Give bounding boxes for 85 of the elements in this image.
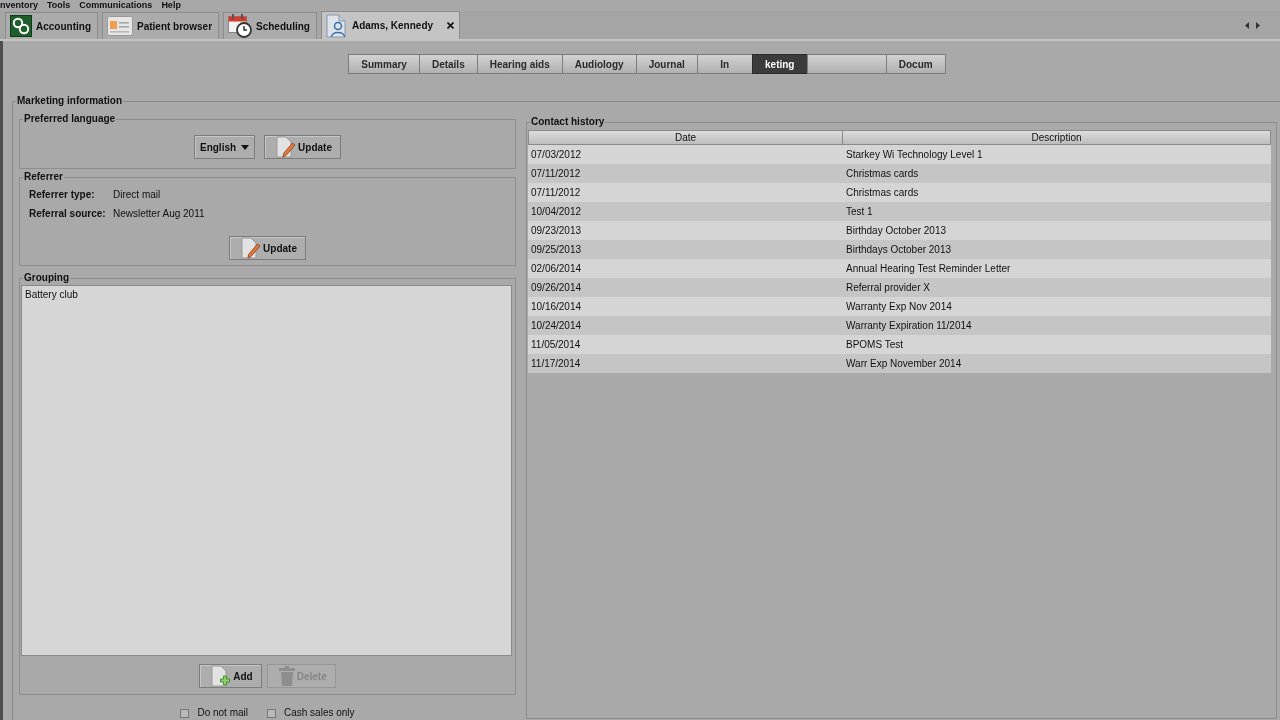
field-label: Referral source: [29,208,107,220]
field-value: Direct mail [113,189,161,201]
table-row[interactable]: 07/11/2012 Christmas cards [528,164,1271,183]
group-title: Contact history [530,116,606,128]
table-cell-text: Test 1 [845,205,874,218]
app-logo-icon [10,15,32,37]
menu-item[interactable]: Communications [74,0,157,11]
field-value: Newsletter Aug 2011 [113,208,205,220]
column-header[interactable]: Date [528,130,843,145]
table-cell-text: 07/03/2012 [530,148,583,161]
checkbox-label: Cash sales only [284,707,355,719]
table-row[interactable]: 10/04/2012 Test 1 [528,202,1271,221]
trash-icon [278,666,295,686]
section-tab[interactable]: Summary [348,54,420,74]
table-row[interactable]: 10/16/2014 Warranty Exp Nov 2014 [528,297,1271,316]
section-tab[interactable]: Details [418,54,478,74]
module-tab[interactable]: Adams, Kennedy [320,11,461,39]
table-row[interactable]: 11/17/2014 Warr Exp November 2014 [528,354,1271,373]
table-cell-text: 10/04/2012 [530,205,583,218]
table-row[interactable]: 11/05/2014 BPOMS Test [528,335,1271,354]
pencil-document-icon [241,237,262,259]
add-button[interactable]: Add [199,664,262,688]
calendar-clock-icon [228,14,253,38]
menu-item[interactable]: Tools [42,0,75,11]
close-icon[interactable] [447,22,455,29]
section-tab[interactable]: In [696,54,753,74]
group-title: Grouping [23,272,70,284]
checkbox-label: Do not mail [197,707,248,719]
column-header[interactable]: Description [842,130,1271,145]
field-label: Referrer type: [29,189,96,201]
table-cell-text: 11/05/2014 [530,338,582,351]
right-arrow-icon[interactable] [1256,21,1260,29]
update-button[interactable]: Update [264,135,341,159]
table-row[interactable]: 10/24/2014 Warranty Expiration 11/2014 [528,316,1271,335]
table-cell-text: BPOMS Test [845,338,905,351]
checkbox[interactable] [180,708,190,718]
table-cell-text: Starkey Wi Technology Level 1 [845,148,984,161]
table-row[interactable]: 02/06/2014 Annual Hearing Test Reminder Letter [528,259,1271,278]
table-cell-text: Warr Exp November 2014 [845,357,963,370]
module-tab[interactable]: Accounting [5,12,98,39]
table-row[interactable]: 09/25/2013 Birthdays October 2013 [528,240,1271,259]
module-tab[interactable]: Patient browser [102,12,220,39]
caret-icon [241,144,250,150]
language-dropdown[interactable]: English [194,135,256,159]
table-cell-text: Referral provider X [845,281,931,294]
id-card-icon [107,16,133,36]
update-button[interactable]: Update [229,236,306,260]
table-cell-text: Warranty Exp Nov 2014 [845,300,953,313]
table-cell-text: Christmas cards [845,186,920,199]
table-cell-text: 10/24/2014 [530,319,583,332]
person-document-icon [325,13,348,38]
table-cell-text: 09/23/2013 [530,224,583,237]
table-cell-text: 07/11/2012 [530,167,582,180]
table-cell-text: Christmas cards [845,167,920,180]
section-tab[interactable]: Hearing aids [476,54,563,74]
document-plus-icon [211,665,232,687]
section-tab[interactable]: Journal [635,54,698,74]
table-row[interactable]: 09/23/2013 Birthday October 2013 [528,221,1271,240]
section-tab[interactable]: Audiology [561,54,637,74]
group-title: Referrer [23,171,64,183]
section-tab[interactable] [806,54,887,74]
table-cell-text: 02/06/2014 [530,262,583,275]
menu-item[interactable]: Help [156,0,185,11]
table-row[interactable]: 07/11/2012 Christmas cards [528,183,1271,202]
table-cell-text: Warranty Expiration 11/2014 [845,319,973,332]
table-cell-text: 09/25/2013 [530,243,583,256]
table-row[interactable]: 07/03/2012 Starkey Wi Technology Level 1 [528,145,1271,164]
table-cell-text: Annual Hearing Test Reminder Letter [845,262,1012,275]
section-tab[interactable]: keting [751,54,808,74]
table-cell-text: 09/26/2014 [530,281,583,294]
table-cell-text: 11/17/2014 [530,357,582,370]
module-tab[interactable]: Scheduling [223,12,317,39]
table-cell-text: 07/11/2012 [530,186,582,199]
menu-item[interactable]: nventory [0,0,42,11]
table-cell-text: Birthdays October 2013 [845,243,953,256]
table-cell-text: Birthday October 2013 [845,224,948,237]
list-item[interactable]: Battery club [24,288,509,302]
group-title: Preferred language [23,113,117,125]
section-title: Marketing information [16,95,123,107]
section-tab[interactable]: Docum [885,54,946,74]
table-row[interactable]: 09/26/2014 Referral provider X [528,278,1271,297]
left-arrow-icon[interactable] [1245,21,1249,29]
checkbox[interactable] [267,708,276,718]
pencil-document-icon [276,136,297,158]
table-cell-text: 10/16/2014 [530,300,583,313]
